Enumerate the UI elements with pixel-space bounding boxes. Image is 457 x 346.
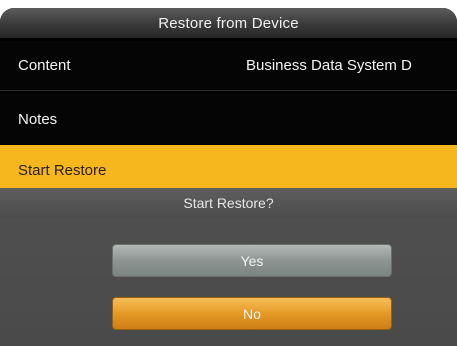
yes-button[interactable]: Yes [112, 244, 392, 277]
device-frame: Restore from Device Content Business Dat… [0, 0, 457, 346]
menu-item-label: Start Restore [18, 161, 107, 179]
page-title: Restore from Device [0, 8, 457, 38]
menu-item-value: Business Data System D [246, 57, 412, 74]
confirm-dialog: Start Restore? Yes No [0, 188, 457, 346]
dialog-prompt: Start Restore? [0, 188, 457, 218]
menu-item-label: Content [18, 57, 71, 74]
menu-item-content[interactable]: Content Business Data System D [0, 41, 457, 91]
screen: Restore from Device Content Business Dat… [0, 8, 457, 346]
menu-item-label: Notes [18, 110, 58, 128]
no-button[interactable]: No [112, 297, 392, 330]
menu-item-notes[interactable]: Notes [0, 94, 457, 144]
